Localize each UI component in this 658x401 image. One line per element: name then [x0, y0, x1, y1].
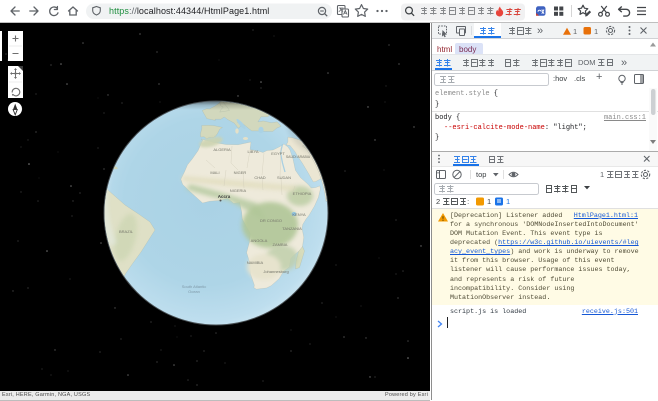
svg-text:NIGER: NIGER	[234, 170, 247, 175]
svg-text:Johannesburg: Johannesburg	[263, 269, 288, 274]
svg-text:NAMIBIA: NAMIBIA	[247, 260, 264, 265]
svg-text:TANZANIA: TANZANIA	[282, 226, 302, 231]
svg-text:BRAZIL: BRAZIL	[119, 229, 134, 234]
svg-text:Ocean: Ocean	[188, 289, 200, 294]
svg-text:ANGOLA: ANGOLA	[251, 238, 268, 243]
svg-text:SUDAN: SUDAN	[277, 175, 291, 180]
svg-text:DR CONGO: DR CONGO	[260, 218, 282, 223]
svg-text:MALI: MALI	[210, 170, 219, 175]
svg-text:LIBYA: LIBYA	[247, 149, 258, 154]
svg-text:ZAMBIA: ZAMBIA	[273, 242, 288, 247]
svg-text:NIGERIA: NIGERIA	[230, 188, 247, 193]
svg-text:Accra: Accra	[218, 194, 231, 199]
svg-text:CHAD: CHAD	[254, 175, 265, 180]
svg-text:ETHIOPIA: ETHIOPIA	[293, 191, 312, 196]
svg-text:EGYPT: EGYPT	[271, 151, 285, 156]
svg-text:ALGERIA: ALGERIA	[213, 147, 231, 152]
svg-text:KENYA: KENYA	[292, 212, 306, 217]
svg-text:SAUDI ARABIA: SAUDI ARABIA	[286, 155, 311, 159]
